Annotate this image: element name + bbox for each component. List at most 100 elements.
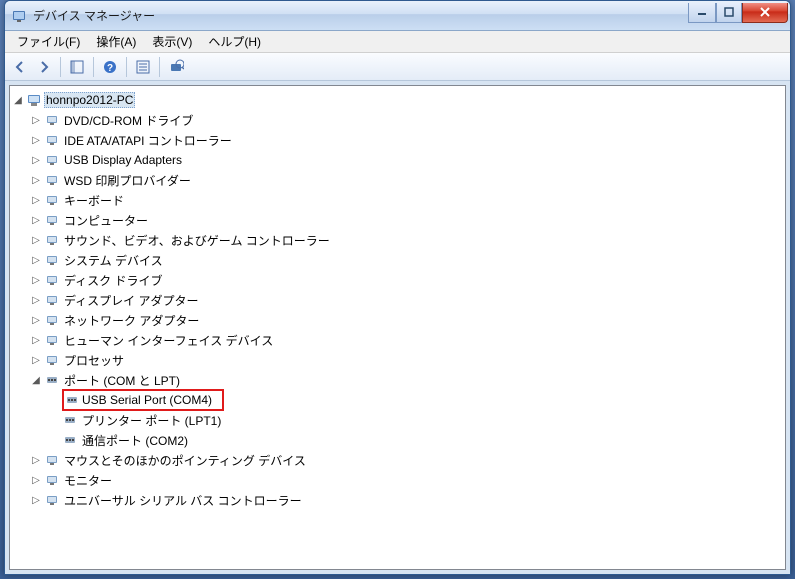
expand-icon[interactable]: ▷ [30,194,42,206]
titlebar[interactable]: デバイス マネージャー [5,1,790,31]
device-icon [62,432,78,448]
expand-icon[interactable]: ▷ [30,494,42,506]
expand-icon[interactable]: ▷ [30,134,42,146]
collapse-icon[interactable]: ◢ [12,94,24,106]
tree-node[interactable]: ▷ キーボード [30,190,783,210]
tree-node-label[interactable]: ユニバーサル シリアル バス コントローラー [62,491,304,510]
menu-file[interactable]: ファイル(F) [9,31,88,52]
collapse-icon[interactable]: ◢ [30,374,42,386]
device-icon [62,412,78,428]
device-icon [44,152,60,168]
tree-node-label[interactable]: ディスプレイ アダプター [62,291,201,310]
device-icon [44,372,60,388]
tree-node-label[interactable]: ポート (COM と LPT) [62,371,182,390]
tree-node-label[interactable]: サウンド、ビデオ、およびゲーム コントローラー [62,231,332,250]
tree-node[interactable]: ▷ DVD/CD-ROM ドライブ [30,110,783,130]
tree-node[interactable]: ▷プリンター ポート (LPT1) [48,410,783,430]
app-icon [11,8,27,24]
show-hide-tree-button[interactable] [66,56,88,78]
tree-node[interactable]: ▷ ディスプレイ アダプター [30,290,783,310]
device-icon [44,292,60,308]
maximize-button[interactable] [716,3,742,23]
tree-node-label[interactable]: IDE ATA/ATAPI コントローラー [62,131,234,150]
expand-icon[interactable]: ▷ [30,114,42,126]
window-title: デバイス マネージャー [33,7,688,24]
tree-node[interactable]: ▷ USB Display Adapters [30,150,783,170]
forward-button[interactable] [33,56,55,78]
window-controls [688,3,788,23]
tree-node[interactable]: ▷ ユニバーサル シリアル バス コントローラー [30,490,783,510]
expand-icon[interactable]: ▷ [30,154,42,166]
tree-node[interactable]: ▷ IDE ATA/ATAPI コントローラー [30,130,783,150]
device-icon [44,492,60,508]
highlighted-port: USB Serial Port (COM4) [62,389,224,411]
tree-node-label[interactable]: マウスとそのほかのポインティング デバイス [62,451,308,470]
menu-action[interactable]: 操作(A) [88,31,144,52]
tree-node-label[interactable]: コンピューター [62,211,150,230]
tree-root-label[interactable]: honnpo2012-PC [44,92,135,108]
tree-node[interactable]: ◢ ポート (COM と LPT) [30,370,783,390]
close-button[interactable] [742,3,788,23]
expand-icon[interactable]: ▷ [30,354,42,366]
menu-view[interactable]: 表示(V) [144,31,200,52]
toolbar-separator [93,57,94,77]
tree-node[interactable]: ▷ モニター [30,470,783,490]
tree-node-label[interactable]: USB Display Adapters [62,152,184,168]
tree-node-label[interactable]: DVD/CD-ROM ドライブ [62,111,195,130]
tree-node[interactable]: ▷ システム デバイス [30,250,783,270]
tree-node-label[interactable]: システム デバイス [62,251,165,270]
tree-node[interactable]: ▷ マウスとそのほかのポインティング デバイス [30,450,783,470]
expand-icon[interactable]: ▷ [30,214,42,226]
tree-node[interactable]: ▷ ディスク ドライブ [30,270,783,290]
window-frame: デバイス マネージャー ファイル(F) 操作(A) 表示(V) ヘルプ(H) ? [4,0,791,575]
expand-icon[interactable]: ▷ [30,294,42,306]
expand-icon[interactable]: ▷ [30,334,42,346]
tree-node-label[interactable]: USB Serial Port (COM4) [80,392,214,408]
expand-icon[interactable]: ▷ [30,274,42,286]
properties-button[interactable] [132,56,154,78]
device-icon [44,192,60,208]
device-icon [44,212,60,228]
menu-help[interactable]: ヘルプ(H) [200,31,269,52]
tree-node-label[interactable]: WSD 印刷プロバイダー [62,171,193,190]
tree-node[interactable]: ▷ WSD 印刷プロバイダー [30,170,783,190]
tree-node-label[interactable]: ディスク ドライブ [62,271,165,290]
device-tree[interactable]: ◢ honnpo2012-PC ▷ DVD/CD-ROM ドライブ ▷ IDE ATA… [12,90,783,510]
tree-node-label[interactable]: プロセッサ [62,351,126,370]
expand-icon[interactable]: ▷ [30,454,42,466]
expand-icon[interactable]: ▷ [30,174,42,186]
expand-icon[interactable]: ▷ [30,254,42,266]
device-icon [44,112,60,128]
device-icon [44,352,60,368]
tree-node[interactable]: ▷USB Serial Port (COM4) [48,390,783,410]
computer-icon [26,92,42,108]
device-icon [44,132,60,148]
minimize-button[interactable] [688,3,716,23]
expand-icon[interactable]: ▷ [30,314,42,326]
device-icon [44,472,60,488]
tree-node-label[interactable]: ネットワーク アダプター [62,311,201,330]
toolbar: ? [5,53,790,81]
device-icon [44,332,60,348]
content-area: ◢ honnpo2012-PC ▷ DVD/CD-ROM ドライブ ▷ IDE ATA… [9,85,786,570]
expand-icon[interactable]: ▷ [30,234,42,246]
svg-text:?: ? [107,63,113,74]
tree-node[interactable]: ▷ サウンド、ビデオ、およびゲーム コントローラー [30,230,783,250]
tree-node-label[interactable]: プリンター ポート (LPT1) [80,411,223,430]
tree-root-node[interactable]: ◢ honnpo2012-PC [12,90,783,110]
tree-node[interactable]: ▷ コンピューター [30,210,783,230]
back-button[interactable] [9,56,31,78]
help-button[interactable]: ? [99,56,121,78]
tree-node-label[interactable]: モニター [62,471,114,490]
tree-node[interactable]: ▷ ネットワーク アダプター [30,310,783,330]
toolbar-separator [60,57,61,77]
tree-node[interactable]: ▷ ヒューマン インターフェイス デバイス [30,330,783,350]
tree-node-label[interactable]: ヒューマン インターフェイス デバイス [62,331,275,350]
toolbar-separator [126,57,127,77]
scan-hardware-button[interactable] [165,56,187,78]
tree-node-label[interactable]: キーボード [62,191,126,210]
expand-icon[interactable]: ▷ [30,474,42,486]
tree-node[interactable]: ▷ プロセッサ [30,350,783,370]
tree-node-label[interactable]: 通信ポート (COM2) [80,431,190,450]
tree-node[interactable]: ▷通信ポート (COM2) [48,430,783,450]
